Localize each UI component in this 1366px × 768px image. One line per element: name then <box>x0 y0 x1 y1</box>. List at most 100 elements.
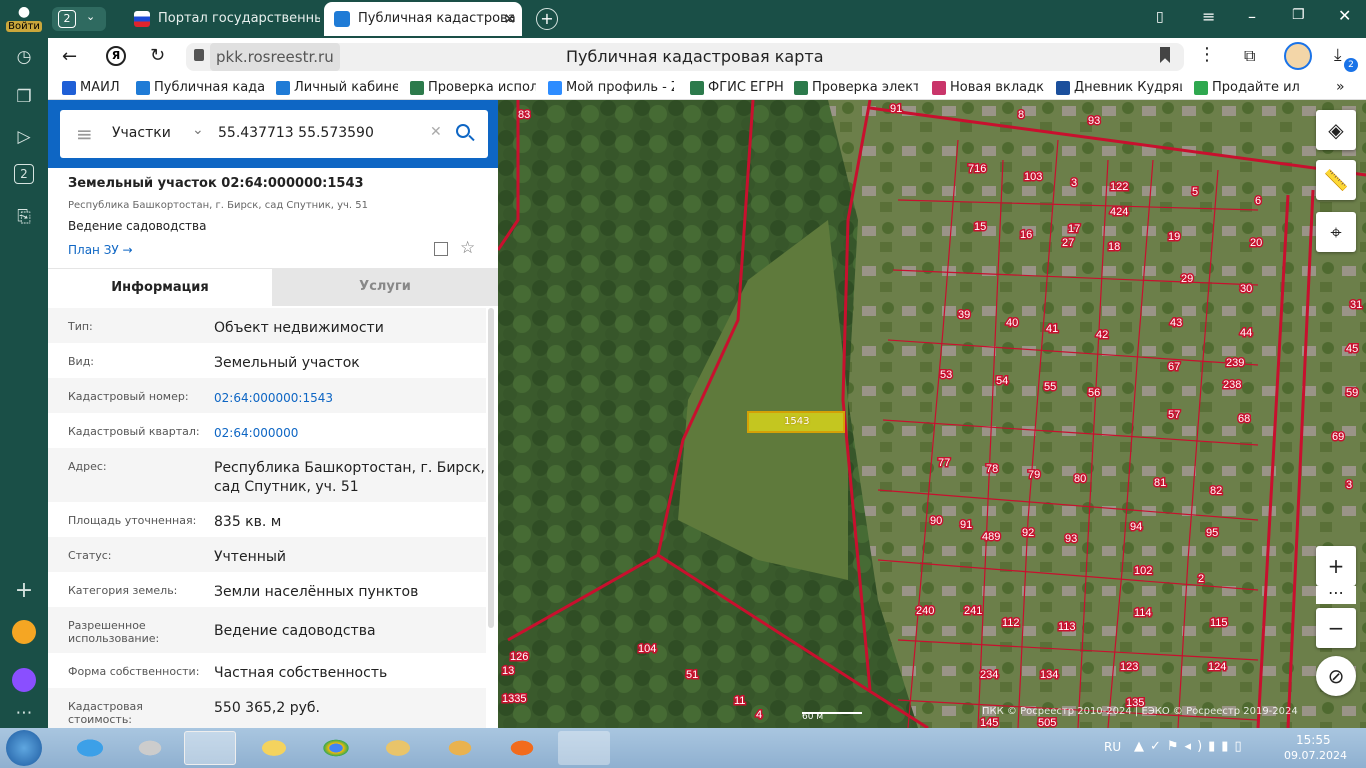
zoom-in-button[interactable]: + <box>1316 546 1356 586</box>
hamburger-icon[interactable]: ≡ <box>76 122 93 146</box>
bookmark-item[interactable]: Проверка электр <box>794 80 918 95</box>
language-indicator[interactable]: RU <box>1104 740 1121 754</box>
tab-gosuslugi[interactable]: Портал государственных <box>124 2 320 36</box>
plot-number-label: 45 <box>1346 343 1358 355</box>
tabs-counter-icon[interactable]: 2 <box>14 164 34 184</box>
parcel-use: Ведение садоводства <box>68 219 207 233</box>
scrollbar[interactable] <box>488 308 494 628</box>
row-value: Объект недвижимости <box>214 320 384 336</box>
info-panel: ≡ Участки ⌄ 55.437713 55.573590 ✕ Земель… <box>48 100 498 728</box>
close-window-icon[interactable]: ✕ <box>1338 6 1351 25</box>
chevron-down-icon[interactable]: ⌄ <box>192 122 204 138</box>
bookmark-icon[interactable] <box>1160 47 1170 63</box>
mail-icon <box>62 81 76 95</box>
url-text: pkk.rosreestr.ru <box>210 43 340 71</box>
satellite-map[interactable]: 83 91 8 93716103 3 122 56424151627171819 202930… <box>498 100 1366 728</box>
downloads-icon[interactable]: ⤓ <box>1334 45 1342 65</box>
close-icon[interactable]: ✕ <box>503 2 516 36</box>
plot-number-label: 114 <box>1134 607 1152 619</box>
map-view[interactable]: 83 91 8 93 716 103 3 122 5 6 424 15 16 27 17 18 19 20 29 30… <box>498 100 1366 728</box>
bookmark-item[interactable]: Новая вкладка <box>932 80 1044 95</box>
bookmarks-panel-icon[interactable]: ▯ <box>1156 9 1164 25</box>
plot-number-label: 241 <box>964 605 982 617</box>
row-value: Ведение садоводства <box>214 623 376 639</box>
search-type-select[interactable]: Участки <box>112 125 171 141</box>
compass-button[interactable]: ⊘ <box>1316 656 1356 696</box>
plot-number-label: 57 <box>1168 409 1180 421</box>
add-panel-icon[interactable]: + <box>11 578 37 604</box>
more-vert-icon[interactable]: ⋮ <box>1198 44 1216 65</box>
pdf-icon[interactable] <box>496 731 548 765</box>
locate-button[interactable]: ⌖ <box>1316 212 1356 252</box>
reload-icon[interactable]: ↻ <box>150 45 165 66</box>
new-tab-button[interactable]: + <box>536 8 558 30</box>
restore-icon[interactable]: ❐ <box>1292 7 1305 23</box>
chrome-icon[interactable] <box>310 731 362 765</box>
tab-title: Публичная кадастрова <box>358 11 516 26</box>
start-button[interactable] <box>6 730 42 766</box>
ruler-button[interactable]: 📏 <box>1316 160 1356 200</box>
bookmark-item[interactable]: ФГИС ЕГРН <box>690 80 786 95</box>
bookmark-item[interactable]: Мой профиль - Zo <box>548 80 674 95</box>
bookmark-item[interactable]: Проверка исполн <box>410 80 536 95</box>
mail-app-icon[interactable] <box>12 620 36 644</box>
calculator-icon[interactable] <box>124 731 176 765</box>
tab-information[interactable]: Информация <box>48 268 272 306</box>
bookmark-item[interactable]: Публичная кадаст <box>136 80 264 95</box>
extensions-icon[interactable]: ⧉ <box>1244 46 1255 66</box>
plot-number-label: 44 <box>1240 327 1252 339</box>
bookmark-label: МАЙЛ <box>80 80 120 95</box>
clock-time[interactable]: 15:55 <box>1296 733 1331 747</box>
login-button[interactable]: ● Войти <box>6 4 42 34</box>
yandex-browser-icon[interactable] <box>184 731 236 765</box>
clear-icon[interactable]: ✕ <box>430 124 442 140</box>
plot-number-label: 42 <box>1096 329 1108 341</box>
yandex-icon[interactable]: Я <box>106 46 126 66</box>
zoom-out-button[interactable]: − <box>1316 608 1356 648</box>
row-label: Статус: <box>68 549 112 562</box>
tab-services[interactable]: Услуги <box>272 268 498 306</box>
url-field[interactable]: pkk.rosreestr.ru Публичная кадастровая к… <box>186 43 1184 71</box>
menu-icon[interactable]: ≡ <box>1202 7 1215 26</box>
tab-pkk[interactable]: Публичная кадастрова ✕ <box>324 2 522 36</box>
tray-icons[interactable]: ▲✓⚑◂)▮▮▯ <box>1134 739 1248 754</box>
cadastral-number-link[interactable]: 02:64:000000:1543 <box>214 389 494 408</box>
plan-link[interactable]: План ЗУ → <box>68 243 133 257</box>
sticky-notes-icon[interactable] <box>558 731 610 765</box>
minimize-icon[interactable]: – <box>1248 7 1256 26</box>
back-icon[interactable]: ← <box>62 46 77 67</box>
collections-icon[interactable]: ❐ <box>11 84 37 110</box>
tab-group-button[interactable]: 2 ⌄ <box>52 7 106 31</box>
plot-number-label: 20 <box>1250 237 1262 249</box>
clock-date[interactable]: 09.07.2024 <box>1284 749 1347 762</box>
cadastral-quarter-link[interactable]: 02:64:000000 <box>214 424 494 443</box>
scale-bar: 60 м <box>802 704 862 722</box>
plot-number-label: 80 <box>1074 473 1086 485</box>
explorer-icon[interactable] <box>372 731 424 765</box>
profile-icon[interactable] <box>1284 42 1312 70</box>
view-doc-icon[interactable] <box>434 242 448 256</box>
address-bar: ← Я ↻ pkk.rosreestr.ru Публичная кадастр… <box>48 38 1366 76</box>
bookmark-item[interactable]: Дневник Кудряш <box>1056 80 1182 95</box>
alice-icon[interactable] <box>12 668 36 692</box>
ie-icon[interactable] <box>64 731 116 765</box>
plot-number-label: 68 <box>1238 413 1250 425</box>
more-icon[interactable]: ⋯ <box>11 700 37 726</box>
geometry-icon[interactable] <box>434 731 486 765</box>
layers-button[interactable]: ◈ <box>1316 110 1356 150</box>
screenshot-icon[interactable]: ⎘ <box>11 204 37 230</box>
history-icon[interactable]: ◷ <box>11 44 37 70</box>
bookmark-item[interactable]: Продайте ил <box>1194 80 1306 95</box>
star-icon[interactable]: ☆ <box>460 238 475 258</box>
plot-number-label: 716 <box>968 163 986 175</box>
sticky-notes-icon[interactable] <box>248 731 300 765</box>
bookmark-item[interactable]: Личный кабинет <box>276 80 398 95</box>
video-icon[interactable]: ▷ <box>11 124 37 150</box>
tag-icon <box>1194 81 1208 95</box>
more-bookmarks-icon[interactable]: » <box>1336 79 1345 95</box>
bookmark-item[interactable]: МАЙЛ <box>62 80 132 95</box>
plot-number-label: 90 <box>930 515 942 527</box>
search-input[interactable]: 55.437713 55.573590 <box>218 125 374 141</box>
bookmark-label: ФГИС ЕГРН <box>708 80 784 95</box>
scale-label: 60 м <box>802 712 824 722</box>
